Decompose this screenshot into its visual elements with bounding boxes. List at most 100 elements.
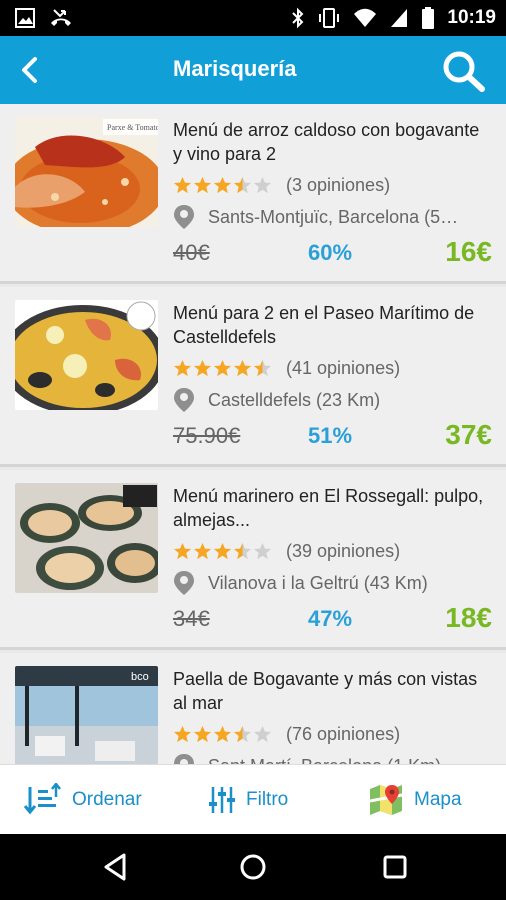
discount-percent: 60%: [308, 240, 353, 265]
star-icon: [253, 542, 272, 559]
star-rating: [173, 725, 272, 744]
nav-home-button[interactable]: [238, 852, 268, 882]
star-icon: [193, 542, 212, 559]
nav-home-icon: [240, 854, 266, 880]
nav-recents-button[interactable]: [380, 852, 410, 882]
star-icon: [213, 725, 232, 742]
signal-icon: [389, 7, 409, 29]
star-icon: [253, 725, 272, 742]
location-row: Sant Martí, Barcelona (1 Km): [173, 753, 493, 764]
deal-card[interactable]: Parxe & Tomatoe Menú de arroz caldoso co…: [0, 104, 506, 284]
map-icon: [369, 785, 403, 815]
star-icon: [233, 359, 252, 376]
status-time: 10:19: [447, 7, 496, 28]
map-button[interactable]: Mapa: [368, 765, 462, 835]
review-count: (76 opiniones): [286, 723, 401, 744]
location-pin-icon: [174, 388, 194, 412]
sort-label: Ordenar: [72, 789, 142, 810]
status-bar: 10:19: [0, 0, 506, 36]
review-count: (41 opiniones): [286, 357, 401, 378]
wifi-icon: [353, 7, 377, 29]
star-icon: [253, 176, 272, 193]
location-pin-icon: [174, 205, 194, 229]
star-icon: [253, 359, 272, 376]
bluetooth-icon: [291, 7, 305, 29]
deal-price: 37€: [445, 419, 492, 450]
discount-percent: 51%: [308, 423, 353, 448]
location-pin-icon: [174, 754, 194, 764]
location-row: Sants-Montjuïc, Barcelona (5…: [173, 204, 493, 230]
original-price: 75.90€: [173, 423, 241, 448]
star-icon: [193, 359, 212, 376]
missed-call-icon: [48, 7, 74, 29]
original-price: 34€: [173, 606, 210, 631]
filter-label: Filtro: [246, 789, 289, 810]
page-title: Marisquería: [173, 56, 297, 81]
discount-percent: 47%: [308, 606, 353, 631]
star-rating: [173, 176, 272, 195]
filter-icon: [209, 787, 235, 813]
nav-recents-icon: [383, 855, 407, 879]
deal-title: Menú de arroz caldoso con bogavante y vi…: [173, 120, 480, 164]
search-icon: [443, 51, 485, 92]
star-rating: [173, 542, 272, 561]
deal-list[interactable]: Parxe & Tomatoe Menú de arroz caldoso co…: [0, 104, 506, 764]
sort-icon: [23, 783, 61, 815]
deal-thumbnail: bco: [15, 666, 158, 764]
filter-button[interactable]: Filtro: [208, 765, 288, 835]
location-text: Sant Martí, Barcelona (1 Km): [208, 756, 441, 765]
thumb-watermark: bco: [131, 671, 149, 683]
deal-title: Menú para 2 en el Paseo Marítimo de Cast…: [173, 303, 475, 347]
deal-thumbnail: [15, 483, 158, 593]
star-icon: [213, 176, 232, 193]
star-icon: [173, 542, 192, 559]
deal-card[interactable]: Menú marinero en El Rossegall: pulpo, al…: [0, 470, 506, 650]
app-bar: Marisquería: [0, 36, 506, 104]
location-row: Castelldefels (23 Km): [173, 387, 493, 413]
star-icon: [213, 359, 232, 376]
star-icon: [233, 542, 252, 559]
star-icon: [213, 542, 232, 559]
deal-thumbnail: Parxe & Tomatoe: [15, 117, 158, 227]
location-pin-icon: [174, 571, 194, 595]
back-button[interactable]: [14, 54, 46, 86]
star-rating: [173, 359, 272, 378]
back-arrow-icon: [22, 57, 37, 83]
star-icon: [233, 176, 252, 193]
original-price: 40€: [173, 240, 210, 265]
star-icon: [193, 725, 212, 742]
star-icon: [173, 176, 192, 193]
deal-price: 16€: [445, 236, 492, 267]
deal-thumbnail: [15, 300, 158, 410]
star-icon: [193, 176, 212, 193]
map-label: Mapa: [414, 789, 462, 810]
location-text: Vilanova i la Geltrú (43 Km): [208, 572, 428, 593]
vibrate-icon: [317, 7, 341, 29]
star-icon: [173, 359, 192, 376]
nav-back-button[interactable]: [100, 852, 130, 882]
deal-title: Paella de Bogavante y más con vistas al …: [173, 669, 478, 713]
deal-card[interactable]: Menú para 2 en el Paseo Marítimo de Cast…: [0, 287, 506, 467]
star-icon: [233, 725, 252, 742]
search-button[interactable]: [442, 50, 486, 92]
battery-icon: [421, 6, 435, 30]
thumb-watermark: Parxe & Tomatoe: [107, 123, 158, 132]
rating-row: (41 opiniones): [173, 357, 400, 379]
rating-row: (76 opiniones): [173, 723, 400, 745]
sort-button[interactable]: Ordenar: [22, 765, 142, 835]
deal-price: 18€: [445, 602, 492, 633]
rating-row: (3 opiniones): [173, 174, 390, 196]
review-count: (39 opiniones): [286, 540, 401, 561]
system-nav-bar: [0, 834, 506, 900]
nav-back-icon: [104, 853, 126, 881]
star-icon: [173, 725, 192, 742]
image-icon: [14, 7, 36, 29]
location-text: Castelldefels (23 Km): [208, 389, 381, 410]
bottom-action-bar: Ordenar Filtro Mapa: [0, 764, 506, 834]
deal-title: Menú marinero en El Rossegall: pulpo, al…: [173, 486, 484, 530]
deal-card[interactable]: bco Paella de Bogavante y más con vistas…: [0, 653, 506, 764]
location-row: Vilanova i la Geltrú (43 Km): [173, 570, 493, 596]
location-text: Sants-Montjuïc, Barcelona (5…: [208, 206, 459, 227]
review-count: (3 opiniones): [286, 174, 391, 195]
rating-row: (39 opiniones): [173, 540, 400, 562]
